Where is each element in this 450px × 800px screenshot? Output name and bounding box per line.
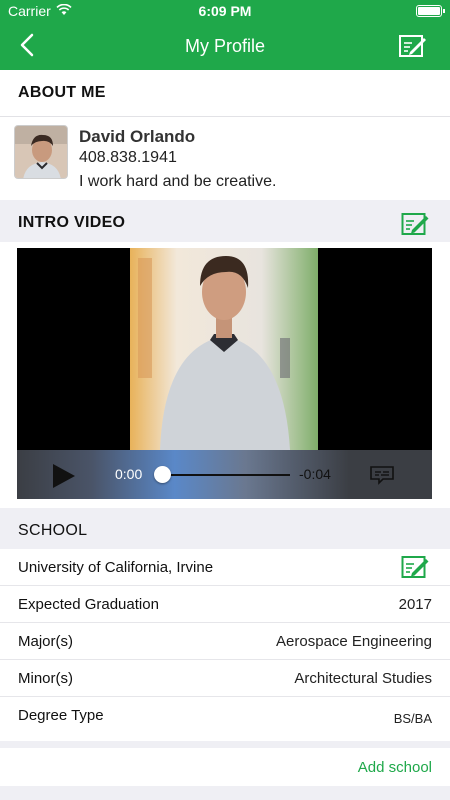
university-name: University of California, Irvine [18, 559, 214, 576]
current-time: 0:00 [115, 466, 143, 482]
progress-thumb[interactable] [153, 466, 171, 483]
row-value: 2017 [398, 596, 432, 613]
video-player[interactable]: 0:00 -0:04 [17, 248, 432, 499]
video-frame [130, 248, 318, 450]
battery-icon [416, 5, 445, 17]
video-controls: 0:00 -0:04 [17, 450, 432, 499]
status-time: 6:09 PM [198, 3, 252, 19]
school-detail-row: Minor(s) Architectural Studies [0, 660, 450, 697]
about-me-header: ABOUT ME [0, 70, 450, 116]
edit-school-icon[interactable] [401, 554, 431, 580]
page-title: My Profile [184, 36, 265, 56]
row-label: Expected Graduation [18, 596, 159, 613]
nav-bar: My Profile [0, 22, 450, 70]
intro-video-section: 0:00 -0:04 [0, 242, 450, 508]
profile-bio: I work hard and be creative. [79, 173, 277, 190]
school-header: SCHOOL [0, 508, 450, 554]
play-icon[interactable] [53, 464, 75, 488]
row-value: BS/BA [393, 711, 432, 726]
captions-icon[interactable] [369, 465, 395, 485]
row-value: Architectural Studies [294, 670, 432, 687]
edit-video-icon[interactable] [401, 211, 431, 237]
school-detail-row: Degree Type BS/BA [0, 697, 450, 741]
edit-profile-icon[interactable] [398, 32, 428, 60]
status-bar: Carrier 6:09 PM [0, 0, 450, 22]
about-card: David Orlando 408.838.1941 I work hard a… [0, 116, 450, 204]
avatar[interactable] [14, 125, 68, 179]
profile-name: David Orlando [79, 127, 196, 146]
row-label: Major(s) [18, 633, 73, 650]
school-detail-row: Major(s) Aerospace Engineering [0, 623, 450, 660]
profile-phone: 408.838.1941 [79, 149, 177, 166]
row-value: Aerospace Engineering [276, 633, 432, 650]
school-detail-row: Expected Graduation 2017 [0, 586, 450, 623]
add-school-link[interactable]: Add school [358, 759, 432, 776]
progress-track[interactable] [162, 474, 290, 476]
remaining-time: -0:04 [299, 466, 331, 482]
intro-video-header: INTRO VIDEO [0, 200, 450, 246]
add-school-row: Add school [0, 748, 450, 786]
row-label: Minor(s) [18, 670, 73, 687]
school-university-row[interactable]: University of California, Irvine [0, 549, 450, 586]
row-label: Degree Type [18, 707, 104, 724]
